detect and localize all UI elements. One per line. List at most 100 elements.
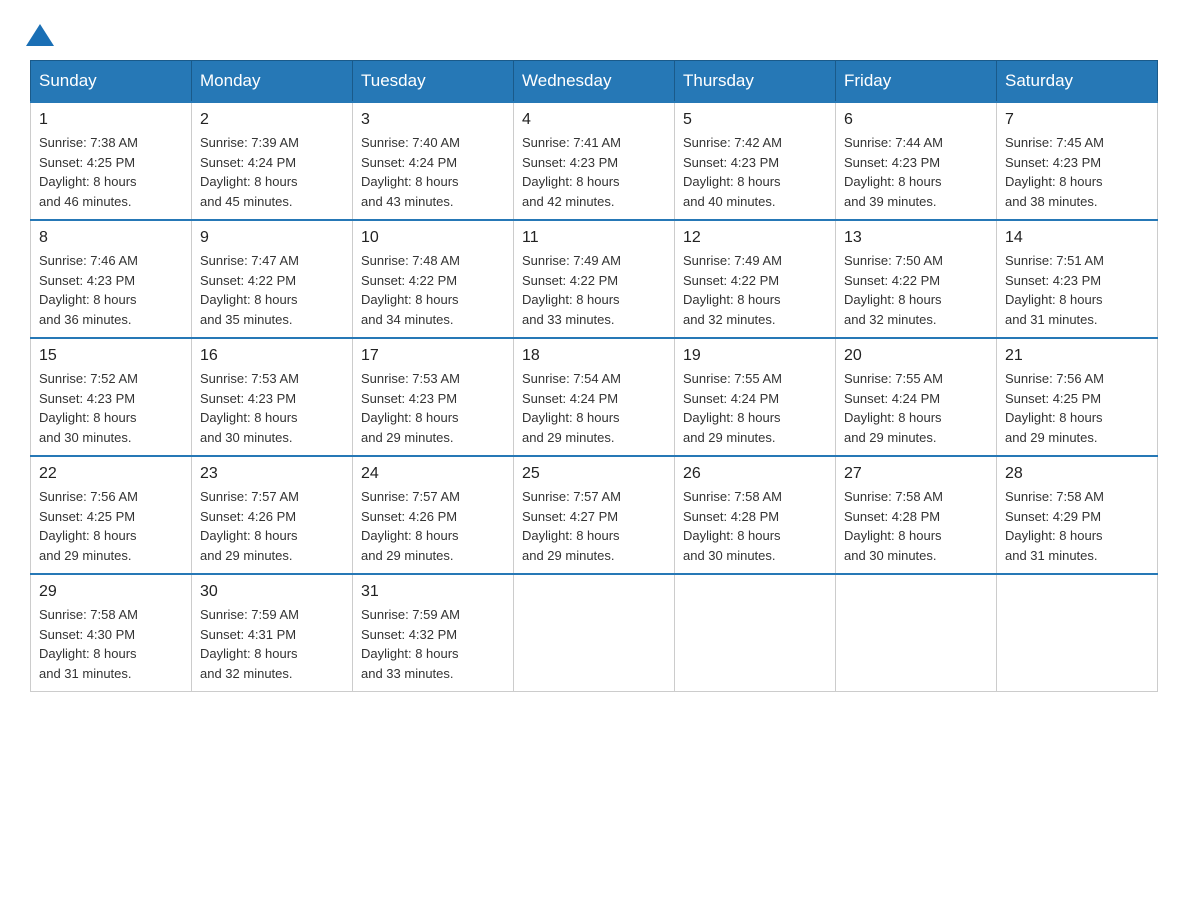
- day-number: 5: [683, 111, 827, 129]
- calendar-cell: 15 Sunrise: 7:52 AMSunset: 4:23 PMDayligh…: [31, 338, 192, 456]
- day-info: Sunrise: 7:57 AMSunset: 4:27 PMDaylight:…: [522, 487, 666, 565]
- header-tuesday: Tuesday: [353, 61, 514, 103]
- day-number: 1: [39, 111, 183, 129]
- day-number: 18: [522, 347, 666, 365]
- day-info: Sunrise: 7:53 AMSunset: 4:23 PMDaylight:…: [200, 369, 344, 447]
- day-info: Sunrise: 7:42 AMSunset: 4:23 PMDaylight:…: [683, 133, 827, 211]
- header-sunday: Sunday: [31, 61, 192, 103]
- calendar-cell: 29Sunrise: 7:58 AMSunset: 4:30 PMDayligh…: [31, 574, 192, 692]
- calendar-cell: 19Sunrise: 7:55 AMSunset: 4:24 PMDayligh…: [675, 338, 836, 456]
- calendar-cell: 14 Sunrise: 7:51 AMSunset: 4:23 PMDayligh…: [997, 220, 1158, 338]
- day-info: Sunrise: 7:52 AMSunset: 4:23 PMDaylight:…: [39, 369, 183, 447]
- day-number: 4: [522, 111, 666, 129]
- calendar-cell: 2 Sunrise: 7:39 AMSunset: 4:24 PMDaylight…: [192, 102, 353, 220]
- day-info: Sunrise: 7:39 AMSunset: 4:24 PMDaylight:…: [200, 133, 344, 211]
- day-info: Sunrise: 7:59 AMSunset: 4:31 PMDaylight:…: [200, 605, 344, 683]
- calendar-cell: 26 Sunrise: 7:58 AMSunset: 4:28 PMDayligh…: [675, 456, 836, 574]
- calendar-cell: 1Sunrise: 7:38 AMSunset: 4:25 PMDaylight…: [31, 102, 192, 220]
- day-info: Sunrise: 7:41 AMSunset: 4:23 PMDaylight:…: [522, 133, 666, 211]
- day-number: 28: [1005, 465, 1149, 483]
- day-number: 11: [522, 229, 666, 247]
- day-number: 12: [683, 229, 827, 247]
- calendar-cell: 13 Sunrise: 7:50 AMSunset: 4:22 PMDayligh…: [836, 220, 997, 338]
- day-info: Sunrise: 7:54 AMSunset: 4:24 PMDaylight:…: [522, 369, 666, 447]
- day-info: Sunrise: 7:48 AMSunset: 4:22 PMDaylight:…: [361, 251, 505, 329]
- calendar-cell: [675, 574, 836, 692]
- day-number: 10: [361, 229, 505, 247]
- day-number: 23: [200, 465, 344, 483]
- calendar-cell: 30 Sunrise: 7:59 AMSunset: 4:31 PMDayligh…: [192, 574, 353, 692]
- day-info: Sunrise: 7:40 AMSunset: 4:24 PMDaylight:…: [361, 133, 505, 211]
- calendar-cell: 31 Sunrise: 7:59 AMSunset: 4:32 PMDayligh…: [353, 574, 514, 692]
- logo: [30, 20, 54, 40]
- header-saturday: Saturday: [997, 61, 1158, 103]
- day-number: 16: [200, 347, 344, 365]
- day-number: 24: [361, 465, 505, 483]
- day-number: 15: [39, 347, 183, 365]
- day-number: 21: [1005, 347, 1149, 365]
- day-number: 27: [844, 465, 988, 483]
- header-friday: Friday: [836, 61, 997, 103]
- calendar-cell: 5 Sunrise: 7:42 AMSunset: 4:23 PMDaylight…: [675, 102, 836, 220]
- calendar-table: SundayMondayTuesdayWednesdayThursdayFrid…: [30, 60, 1158, 692]
- day-info: Sunrise: 7:56 AMSunset: 4:25 PMDaylight:…: [39, 487, 183, 565]
- day-number: 22: [39, 465, 183, 483]
- day-info: Sunrise: 7:53 AMSunset: 4:23 PMDaylight:…: [361, 369, 505, 447]
- day-number: 9: [200, 229, 344, 247]
- calendar-cell: 16 Sunrise: 7:53 AMSunset: 4:23 PMDayligh…: [192, 338, 353, 456]
- day-info: Sunrise: 7:59 AMSunset: 4:32 PMDaylight:…: [361, 605, 505, 683]
- day-info: Sunrise: 7:55 AMSunset: 4:24 PMDaylight:…: [844, 369, 988, 447]
- day-number: 2: [200, 111, 344, 129]
- calendar-cell: 9 Sunrise: 7:47 AMSunset: 4:22 PMDaylight…: [192, 220, 353, 338]
- calendar-cell: 20 Sunrise: 7:55 AMSunset: 4:24 PMDayligh…: [836, 338, 997, 456]
- page-header: [30, 20, 1158, 40]
- calendar-week-row: 29Sunrise: 7:58 AMSunset: 4:30 PMDayligh…: [31, 574, 1158, 692]
- header-thursday: Thursday: [675, 61, 836, 103]
- day-number: 3: [361, 111, 505, 129]
- calendar-cell: 11Sunrise: 7:49 AMSunset: 4:22 PMDayligh…: [514, 220, 675, 338]
- day-info: Sunrise: 7:51 AMSunset: 4:23 PMDaylight:…: [1005, 251, 1149, 329]
- day-number: 31: [361, 583, 505, 601]
- calendar-week-row: 22 Sunrise: 7:56 AMSunset: 4:25 PMDayligh…: [31, 456, 1158, 574]
- day-info: Sunrise: 7:58 AMSunset: 4:28 PMDaylight:…: [683, 487, 827, 565]
- calendar-week-row: 15 Sunrise: 7:52 AMSunset: 4:23 PMDayligh…: [31, 338, 1158, 456]
- day-number: 20: [844, 347, 988, 365]
- day-info: Sunrise: 7:58 AMSunset: 4:29 PMDaylight:…: [1005, 487, 1149, 565]
- day-number: 6: [844, 111, 988, 129]
- header-wednesday: Wednesday: [514, 61, 675, 103]
- day-number: 25: [522, 465, 666, 483]
- day-number: 14: [1005, 229, 1149, 247]
- calendar-week-row: 8 Sunrise: 7:46 AMSunset: 4:23 PMDaylight…: [31, 220, 1158, 338]
- day-info: Sunrise: 7:49 AMSunset: 4:22 PMDaylight:…: [683, 251, 827, 329]
- calendar-cell: 28 Sunrise: 7:58 AMSunset: 4:29 PMDayligh…: [997, 456, 1158, 574]
- calendar-week-row: 1Sunrise: 7:38 AMSunset: 4:25 PMDaylight…: [31, 102, 1158, 220]
- calendar-cell: 12 Sunrise: 7:49 AMSunset: 4:22 PMDayligh…: [675, 220, 836, 338]
- day-number: 8: [39, 229, 183, 247]
- calendar-cell: 4 Sunrise: 7:41 AMSunset: 4:23 PMDaylight…: [514, 102, 675, 220]
- calendar-cell: 22 Sunrise: 7:56 AMSunset: 4:25 PMDayligh…: [31, 456, 192, 574]
- day-number: 30: [200, 583, 344, 601]
- day-info: Sunrise: 7:44 AMSunset: 4:23 PMDaylight:…: [844, 133, 988, 211]
- calendar-cell: 10 Sunrise: 7:48 AMSunset: 4:22 PMDayligh…: [353, 220, 514, 338]
- day-number: 7: [1005, 111, 1149, 129]
- calendar-cell: 21Sunrise: 7:56 AMSunset: 4:25 PMDayligh…: [997, 338, 1158, 456]
- calendar-cell: 3 Sunrise: 7:40 AMSunset: 4:24 PMDaylight…: [353, 102, 514, 220]
- day-info: Sunrise: 7:46 AMSunset: 4:23 PMDaylight:…: [39, 251, 183, 329]
- calendar-cell: 8 Sunrise: 7:46 AMSunset: 4:23 PMDaylight…: [31, 220, 192, 338]
- day-info: Sunrise: 7:50 AMSunset: 4:22 PMDaylight:…: [844, 251, 988, 329]
- calendar-cell: 7 Sunrise: 7:45 AMSunset: 4:23 PMDaylight…: [997, 102, 1158, 220]
- calendar-cell: [514, 574, 675, 692]
- day-number: 29: [39, 583, 183, 601]
- day-number: 19: [683, 347, 827, 365]
- day-info: Sunrise: 7:57 AMSunset: 4:26 PMDaylight:…: [361, 487, 505, 565]
- calendar-header-row: SundayMondayTuesdayWednesdayThursdayFrid…: [31, 61, 1158, 103]
- day-number: 26: [683, 465, 827, 483]
- calendar-cell: [836, 574, 997, 692]
- calendar-cell: 17 Sunrise: 7:53 AMSunset: 4:23 PMDayligh…: [353, 338, 514, 456]
- day-info: Sunrise: 7:45 AMSunset: 4:23 PMDaylight:…: [1005, 133, 1149, 211]
- logo-triangle-icon: [26, 24, 54, 46]
- day-number: 13: [844, 229, 988, 247]
- day-number: 17: [361, 347, 505, 365]
- day-info: Sunrise: 7:47 AMSunset: 4:22 PMDaylight:…: [200, 251, 344, 329]
- calendar-cell: 18 Sunrise: 7:54 AMSunset: 4:24 PMDayligh…: [514, 338, 675, 456]
